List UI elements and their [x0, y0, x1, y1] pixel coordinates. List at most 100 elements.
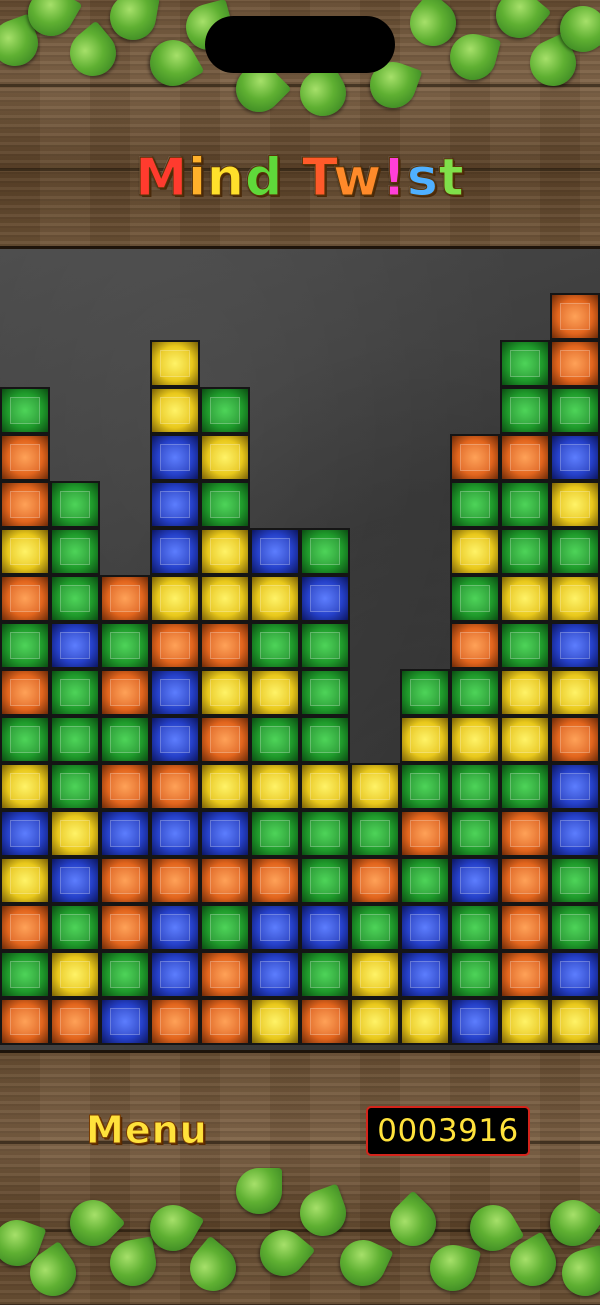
- gem-tile[interactable]: [150, 622, 200, 669]
- gem-tile[interactable]: [500, 951, 550, 998]
- gem-tile[interactable]: [550, 575, 600, 622]
- gem-tile[interactable]: [500, 481, 550, 528]
- gem-tile[interactable]: [400, 763, 450, 810]
- gem-tile[interactable]: [550, 434, 600, 481]
- gem-tile[interactable]: [200, 998, 250, 1045]
- gem-tile[interactable]: [200, 951, 250, 998]
- gem-tile[interactable]: [250, 904, 300, 951]
- gem-tile[interactable]: [400, 716, 450, 763]
- gem-tile[interactable]: [300, 716, 350, 763]
- gem-tile[interactable]: [200, 575, 250, 622]
- gem-tile[interactable]: [300, 951, 350, 998]
- gem-tile[interactable]: [400, 857, 450, 904]
- gem-tile[interactable]: [0, 622, 50, 669]
- gem-tile[interactable]: [500, 763, 550, 810]
- gem-tile[interactable]: [300, 763, 350, 810]
- gem-tile[interactable]: [50, 528, 100, 575]
- gem-tile[interactable]: [150, 387, 200, 434]
- gem-tile[interactable]: [500, 857, 550, 904]
- gem-tile[interactable]: [200, 810, 250, 857]
- gem-tile[interactable]: [50, 904, 100, 951]
- gem-tile[interactable]: [500, 810, 550, 857]
- gem-tile[interactable]: [400, 951, 450, 998]
- gem-tile[interactable]: [200, 904, 250, 951]
- gem-tile[interactable]: [500, 434, 550, 481]
- gem-tile[interactable]: [100, 622, 150, 669]
- gem-tile[interactable]: [450, 575, 500, 622]
- gem-tile[interactable]: [350, 763, 400, 810]
- gem-tile[interactable]: [300, 622, 350, 669]
- gem-tile[interactable]: [550, 904, 600, 951]
- gem-tile[interactable]: [200, 434, 250, 481]
- gem-tile[interactable]: [100, 904, 150, 951]
- gem-tile[interactable]: [300, 528, 350, 575]
- gem-tile[interactable]: [450, 857, 500, 904]
- gem-tile[interactable]: [150, 857, 200, 904]
- game-board[interactable]: [0, 249, 600, 1050]
- gem-tile[interactable]: [450, 904, 500, 951]
- gem-tile[interactable]: [100, 575, 150, 622]
- gem-tile[interactable]: [300, 998, 350, 1045]
- gem-tile[interactable]: [400, 810, 450, 857]
- gem-tile[interactable]: [0, 810, 50, 857]
- gem-tile[interactable]: [450, 716, 500, 763]
- gem-tile[interactable]: [50, 622, 100, 669]
- gem-tile[interactable]: [100, 716, 150, 763]
- gem-tile[interactable]: [50, 857, 100, 904]
- gem-tile[interactable]: [100, 810, 150, 857]
- gem-tile[interactable]: [150, 340, 200, 387]
- menu-button[interactable]: Menu: [86, 1108, 226, 1156]
- gem-tile[interactable]: [150, 528, 200, 575]
- gem-tile[interactable]: [0, 951, 50, 998]
- gem-tile[interactable]: [300, 669, 350, 716]
- gem-tile[interactable]: [550, 293, 600, 340]
- gem-tile[interactable]: [550, 857, 600, 904]
- gem-tile[interactable]: [0, 575, 50, 622]
- gem-tile[interactable]: [550, 951, 600, 998]
- gem-tile[interactable]: [550, 481, 600, 528]
- gem-tile[interactable]: [100, 669, 150, 716]
- gem-tile[interactable]: [300, 857, 350, 904]
- gem-tile[interactable]: [550, 763, 600, 810]
- gem-tile[interactable]: [0, 434, 50, 481]
- gem-tile[interactable]: [450, 998, 500, 1045]
- gem-tile[interactable]: [450, 528, 500, 575]
- gem-tile[interactable]: [250, 669, 300, 716]
- gem-tile[interactable]: [550, 622, 600, 669]
- gem-tile[interactable]: [150, 716, 200, 763]
- gem-tile[interactable]: [50, 998, 100, 1045]
- gem-tile[interactable]: [200, 528, 250, 575]
- gem-tile[interactable]: [350, 951, 400, 998]
- gem-tile[interactable]: [450, 622, 500, 669]
- gem-tile[interactable]: [150, 951, 200, 998]
- gem-tile[interactable]: [350, 810, 400, 857]
- gem-tile[interactable]: [200, 857, 250, 904]
- gem-tile[interactable]: [0, 481, 50, 528]
- gem-tile[interactable]: [550, 669, 600, 716]
- gem-tile[interactable]: [50, 575, 100, 622]
- gem-tile[interactable]: [500, 716, 550, 763]
- gem-tile[interactable]: [50, 669, 100, 716]
- gem-tile[interactable]: [50, 810, 100, 857]
- gem-tile[interactable]: [250, 763, 300, 810]
- gem-tile[interactable]: [50, 951, 100, 998]
- gem-tile[interactable]: [250, 857, 300, 904]
- gem-tile[interactable]: [200, 763, 250, 810]
- gem-tile[interactable]: [0, 857, 50, 904]
- gem-tile[interactable]: [250, 528, 300, 575]
- gem-tile[interactable]: [150, 434, 200, 481]
- gem-tile[interactable]: [450, 763, 500, 810]
- gem-tile[interactable]: [100, 763, 150, 810]
- gem-tile[interactable]: [450, 810, 500, 857]
- gem-tile[interactable]: [500, 575, 550, 622]
- gem-tile[interactable]: [150, 481, 200, 528]
- gem-tile[interactable]: [200, 481, 250, 528]
- gem-tile[interactable]: [500, 998, 550, 1045]
- gem-tile[interactable]: [150, 763, 200, 810]
- gem-tile[interactable]: [350, 857, 400, 904]
- gem-tile[interactable]: [200, 622, 250, 669]
- gem-tile[interactable]: [350, 904, 400, 951]
- gem-tile[interactable]: [100, 951, 150, 998]
- gem-tile[interactable]: [550, 716, 600, 763]
- gem-tile[interactable]: [550, 998, 600, 1045]
